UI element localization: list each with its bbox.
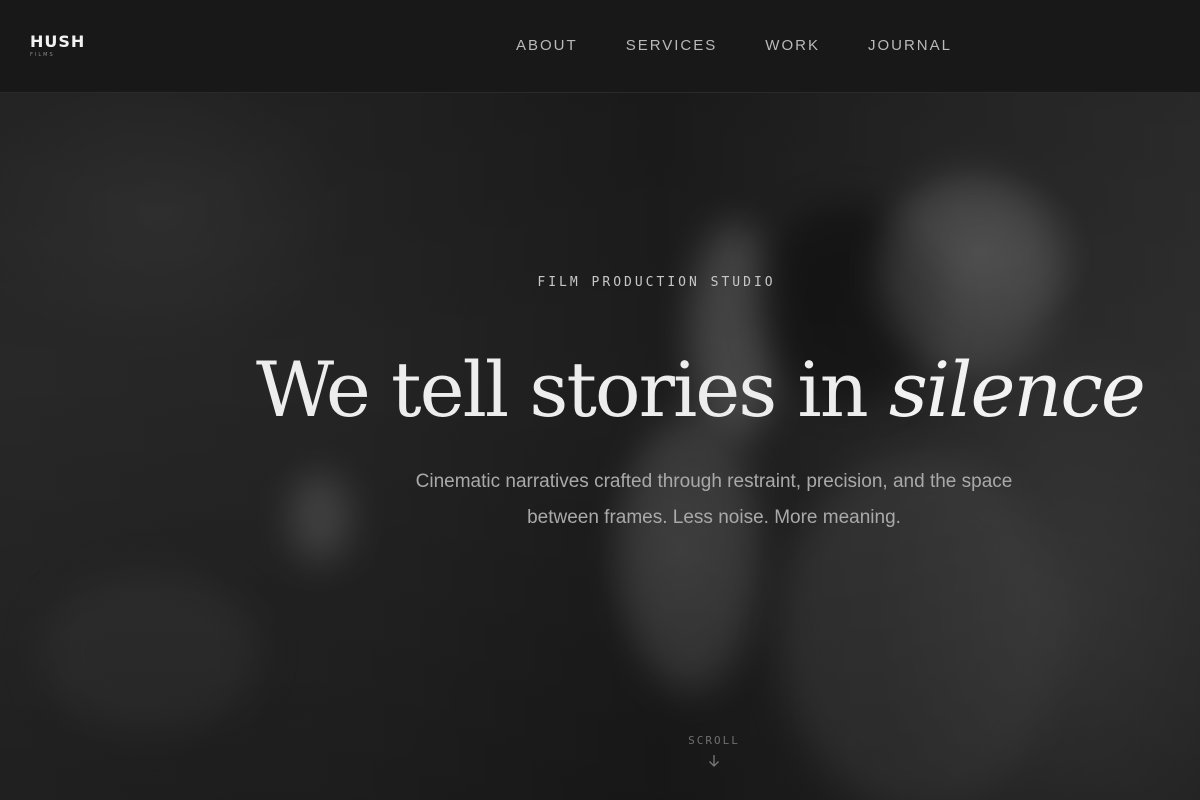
hero-subtext: Cinematic narratives crafted through res… xyxy=(415,471,1013,528)
hero-eyebrow: FILM PRODUCTION STUDIO xyxy=(537,275,776,290)
headline-accent: silence xyxy=(888,345,1146,434)
scroll-indicator[interactable]: SCROLL xyxy=(672,734,756,773)
site-header: HUSH FILMS ABOUT SERVICES WORK JOURNAL xyxy=(0,0,1200,93)
arrow-down-icon xyxy=(672,754,756,773)
hero-headline: We tell stories in silence xyxy=(256,342,1146,438)
hero-overlay xyxy=(0,93,1200,800)
nav-item-about[interactable]: ABOUT xyxy=(516,37,578,55)
page: HUSH FILMS ABOUT SERVICES WORK JOURNAL F… xyxy=(0,0,1200,800)
scroll-label: SCROLL xyxy=(688,734,740,747)
nav-item-services[interactable]: SERVICES xyxy=(626,37,718,55)
nav-item-work[interactable]: WORK xyxy=(765,37,820,55)
hero-section xyxy=(0,93,1200,800)
nav-item-journal[interactable]: JOURNAL xyxy=(868,37,952,55)
main-nav: ABOUT SERVICES WORK JOURNAL xyxy=(516,37,952,55)
logo-tagline: FILMS xyxy=(30,52,55,58)
logo[interactable]: HUSH FILMS xyxy=(30,33,85,59)
logo-wordmark: HUSH xyxy=(30,32,86,51)
headline-main: We tell stories in xyxy=(256,345,889,434)
